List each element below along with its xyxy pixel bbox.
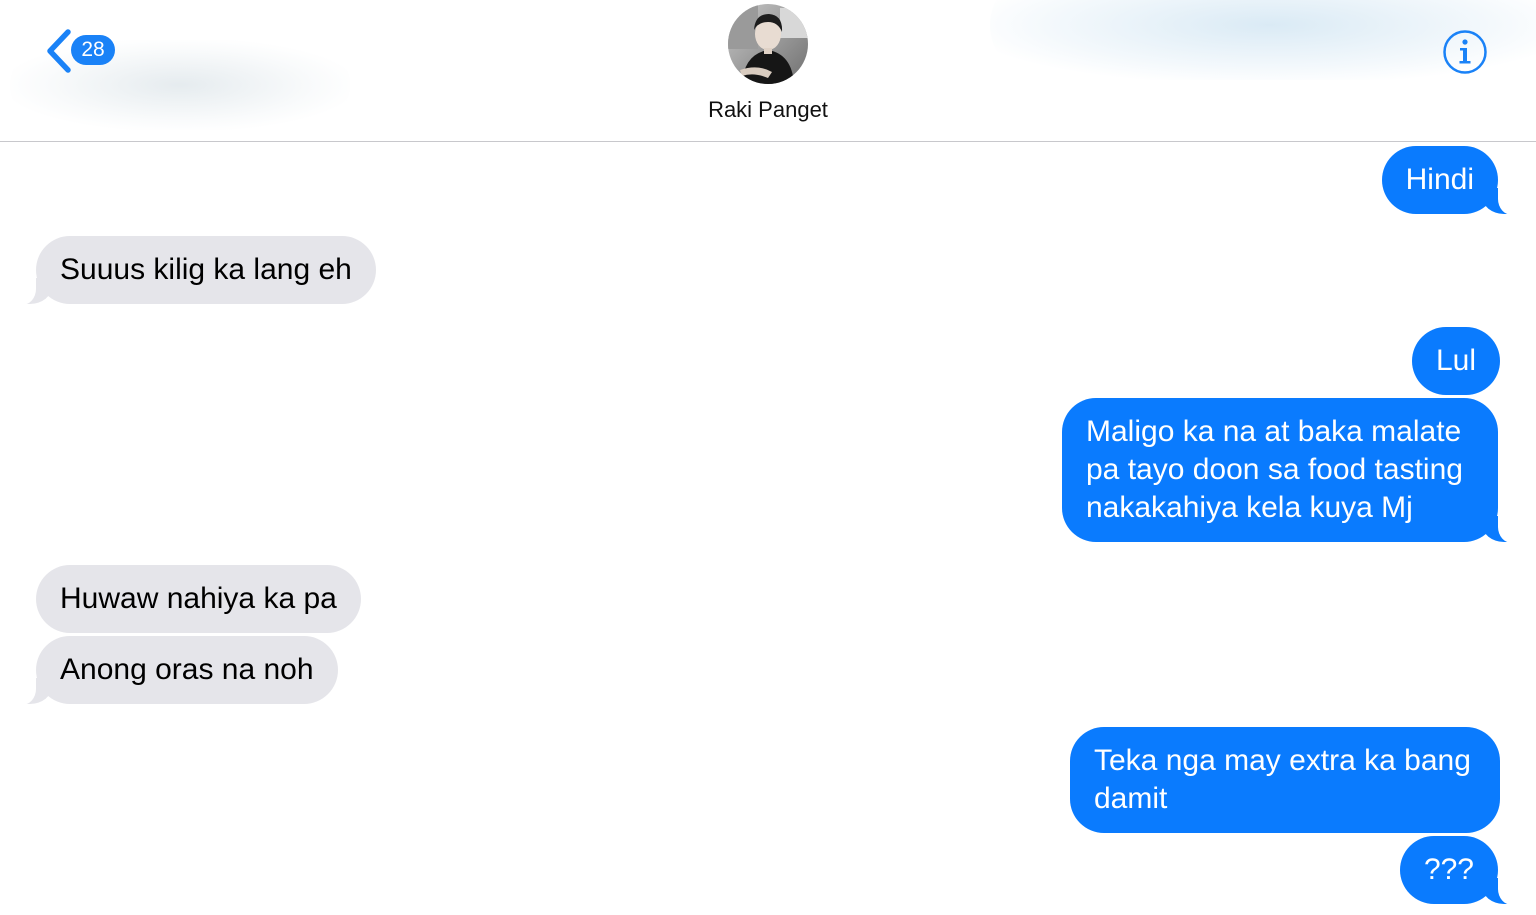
message-text: Suuus kilig ka lang eh [60, 253, 352, 286]
message-bubble-received[interactable]: Huwaw nahiya ka pa [36, 565, 361, 633]
message-bubble-sent[interactable]: Lul [1411, 327, 1500, 395]
message-text: Anong oras na noh [60, 653, 314, 686]
message-bubble-received[interactable]: Suuus kilig ka lang eh [16, 236, 376, 305]
chevron-left-icon [47, 29, 71, 73]
message-bubble-sent[interactable]: ??? [1399, 836, 1519, 905]
info-icon[interactable] [1441, 28, 1489, 76]
message-text-line: pa tayo doon sa food tasting [1086, 453, 1463, 486]
message-text: Huwaw nahiya ka pa [60, 582, 337, 615]
message-bubble-received[interactable]: Anong oras na noh [16, 636, 338, 705]
message-text: ??? [1423, 853, 1474, 886]
message-text: Lul [1435, 344, 1476, 377]
message-text: Hindi [1405, 163, 1474, 196]
message-bubble-sent[interactable]: Teka nga may extra ka bang damit [1070, 727, 1500, 833]
message-text-line: Maligo ka na at baka malate [1086, 415, 1462, 448]
conversation-header: 28 Raki Panget [0, 0, 1536, 142]
unread-count-badge: 28 [71, 35, 115, 65]
back-button[interactable]: 28 [40, 26, 130, 76]
message-bubble-sent[interactable]: Maligo ka na at baka malate pa tayo doon… [1062, 398, 1518, 543]
message-thread: Hindi Suuus kilig ka lang eh Lul Maligo … [0, 143, 1536, 915]
avatar [728, 4, 808, 84]
message-text-line: damit [1094, 782, 1168, 815]
message-text-line: nakakahiya kela kuya Mj [1086, 491, 1413, 524]
message-text-line: Teka nga may extra ka bang [1094, 744, 1471, 777]
contact-name: Raki Panget [708, 97, 828, 122]
contact-details[interactable]: Raki Panget [668, 4, 868, 134]
message-bubble-sent[interactable]: Hindi [1381, 146, 1519, 215]
